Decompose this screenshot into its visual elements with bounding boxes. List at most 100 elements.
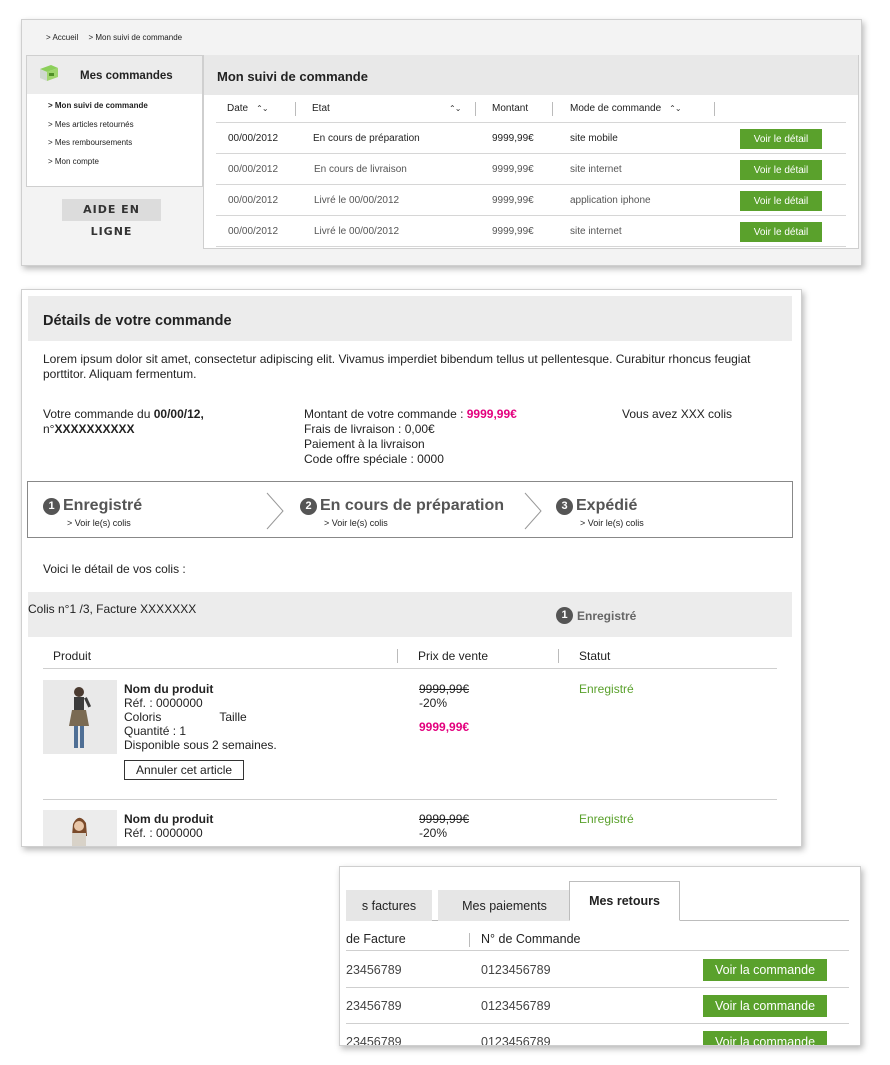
breadcrumb-home[interactable]: > Accueil	[46, 33, 78, 42]
product-price: 9999,99€ -20%	[419, 812, 469, 840]
column-label: Mode de commande	[570, 103, 662, 114]
parcel-header: Colis n°1 /3, Facture XXXXXXX 1 Enregistr…	[28, 592, 792, 637]
order-status: Livré le 00/00/2012	[314, 194, 400, 206]
step-label: Enregistré	[63, 497, 143, 514]
new-price: 9999,99€	[419, 720, 470, 734]
order-mode: site mobile	[570, 132, 618, 144]
order-date: 00/00/2012	[228, 225, 279, 237]
promo-code: Code offre spéciale : 0000	[304, 452, 444, 466]
column-header-mode[interactable]: Mode de commande ⌃⌄	[570, 95, 682, 122]
breadcrumb: > Accueil > Mon suivi de commande	[46, 33, 190, 42]
view-order-button[interactable]: Voir la commande	[703, 959, 827, 981]
product-quantity: Quantité : 1	[124, 724, 187, 738]
step-label: Expédié	[576, 497, 638, 514]
view-detail-button[interactable]: Voir le détail	[740, 191, 822, 211]
order-status: Livré le 00/00/2012	[314, 225, 400, 237]
product-price: 9999,99€ -20% 9999,99€	[419, 682, 469, 734]
breadcrumb-current[interactable]: > Mon suivi de commande	[88, 33, 182, 42]
view-order-button[interactable]: Voir la commande	[703, 995, 827, 1017]
order-summary: Montant de votre commande : 9999,99€ Fra…	[304, 407, 584, 467]
order-amount: 9999,99€	[492, 225, 534, 237]
sidebar-menu: > Mon suivi de commande > Mes articles r…	[27, 94, 202, 175]
invoice-number: 23456789	[346, 998, 402, 1013]
orders-table-section: Mon suivi de commande Date ⌃⌄ Etat ⌃⌄ Mon…	[203, 55, 859, 249]
column-header-date[interactable]: Date ⌃⌄	[227, 95, 269, 122]
step-preparing: 2 En cours de préparation > Voir le(s) co…	[300, 497, 504, 528]
column-header-montant[interactable]: Montant	[492, 95, 528, 122]
step-number: 3	[556, 497, 573, 515]
column-header-etat[interactable]: Etat	[312, 95, 330, 122]
order-number: 0123456789	[481, 1035, 551, 1046]
payment-method: Paiement à la livraison	[304, 437, 425, 451]
help-button[interactable]: AIDE EN LIGNE	[62, 199, 161, 238]
column-label: Etat	[312, 103, 330, 114]
table-row: 23456789 0123456789 Voir la commande	[346, 952, 849, 988]
view-detail-button[interactable]: Voir le détail	[740, 222, 822, 242]
table-header: de Facture N° de Commande	[346, 929, 849, 951]
progress-steps: 1 Enregistré > Voir le(s) colis 2 En cours…	[27, 481, 793, 538]
column-header-status: Statut	[579, 649, 611, 663]
order-num-prefix: n°	[43, 422, 55, 436]
sidebar-item-suivi[interactable]: > Mon suivi de commande	[48, 101, 202, 120]
sidebar-item-remboursements[interactable]: > Mes remboursements	[48, 138, 202, 157]
product-name[interactable]: Nom du produit	[124, 682, 277, 696]
product-status: Enregistré	[579, 682, 634, 696]
sidebar-item-compte[interactable]: > Mon compte	[48, 157, 202, 176]
account-tabs-panel: s factures Mes paiements Mes retours de …	[339, 866, 861, 1046]
product-row: Nom du produit Réf. : 0000000 Coloris Tai…	[43, 680, 777, 800]
discount: -20%	[419, 696, 448, 710]
column-divider	[295, 102, 296, 116]
product-name[interactable]: Nom du produit	[124, 812, 213, 826]
order-number: XXXXXXXXXX	[54, 422, 135, 436]
order-status: En cours de livraison	[314, 163, 407, 175]
order-amount: 9999,99€	[492, 163, 534, 175]
invoice-number: 23456789	[346, 1035, 402, 1046]
view-parcels-link[interactable]: > Voir le(s) colis	[67, 518, 142, 528]
view-detail-button[interactable]: Voir le détail	[740, 129, 822, 149]
status-number: 1	[556, 607, 573, 625]
sidebar: Mes commandes > Mon suivi de commande > …	[26, 55, 203, 187]
column-divider	[397, 649, 398, 663]
order-prefix: Votre commande du	[43, 407, 154, 421]
product-image[interactable]	[43, 810, 117, 846]
tab-retours[interactable]: Mes retours	[569, 881, 680, 921]
product-photo	[43, 680, 117, 754]
order-mode: application iphone	[570, 194, 651, 206]
tab-factures[interactable]: s factures	[346, 890, 432, 921]
sort-icon[interactable]: ⌃⌄	[441, 95, 461, 122]
order-date: 00/00/2012	[228, 194, 279, 206]
view-parcels-link[interactable]: > Voir le(s) colis	[580, 518, 644, 528]
details-title: Détails de votre commande	[28, 296, 792, 341]
column-divider	[558, 649, 559, 663]
amount-value: 9999,99€	[466, 407, 517, 421]
order-date: 00/00/2012	[228, 132, 279, 144]
sidebar-item-retours[interactable]: > Mes articles retournés	[48, 120, 202, 139]
order-date: 00/00/12,	[153, 407, 204, 421]
status-label: Enregistré	[577, 608, 637, 623]
view-detail-button[interactable]: Voir le détail	[740, 160, 822, 180]
order-status: En cours de préparation	[313, 132, 420, 144]
tab-paiements[interactable]: Mes paiements	[438, 890, 571, 921]
parcel-title: Colis n°1 /3, Facture XXXXXXX	[28, 602, 197, 616]
product-row: Nom du produit Réf. : 0000000 9999,99€ -…	[43, 810, 777, 846]
parcels-intro: Voici le détail de vos colis :	[43, 562, 186, 576]
step-number: 1	[43, 497, 60, 515]
product-status: Enregistré	[579, 812, 634, 826]
order-mode: site internet	[570, 225, 622, 237]
order-date: 00/00/2012	[228, 163, 279, 175]
sort-icon[interactable]: ⌃⌄	[669, 104, 681, 113]
table-row: 00/00/2012 Livré le 00/00/2012 9999,99€ …	[216, 216, 846, 247]
product-image[interactable]	[43, 680, 117, 754]
view-parcels-link[interactable]: > Voir le(s) colis	[324, 518, 504, 528]
parcel-count: Vous avez XXX colis	[622, 407, 733, 421]
sidebar-header: Mes commandes	[27, 56, 202, 94]
product-ref: Réf. : 0000000	[124, 696, 203, 710]
view-order-button[interactable]: Voir la commande	[703, 1031, 827, 1045]
product-photo	[43, 810, 117, 846]
cancel-item-button[interactable]: Annuler cet article	[124, 760, 245, 780]
amount-label: Montant de votre commande :	[304, 407, 467, 421]
table-row: 23456789 0123456789 Voir la commande	[346, 1024, 849, 1046]
order-amount: 9999,99€	[492, 132, 534, 144]
column-divider	[552, 102, 553, 116]
sort-icon[interactable]: ⌃⌄	[256, 104, 268, 113]
